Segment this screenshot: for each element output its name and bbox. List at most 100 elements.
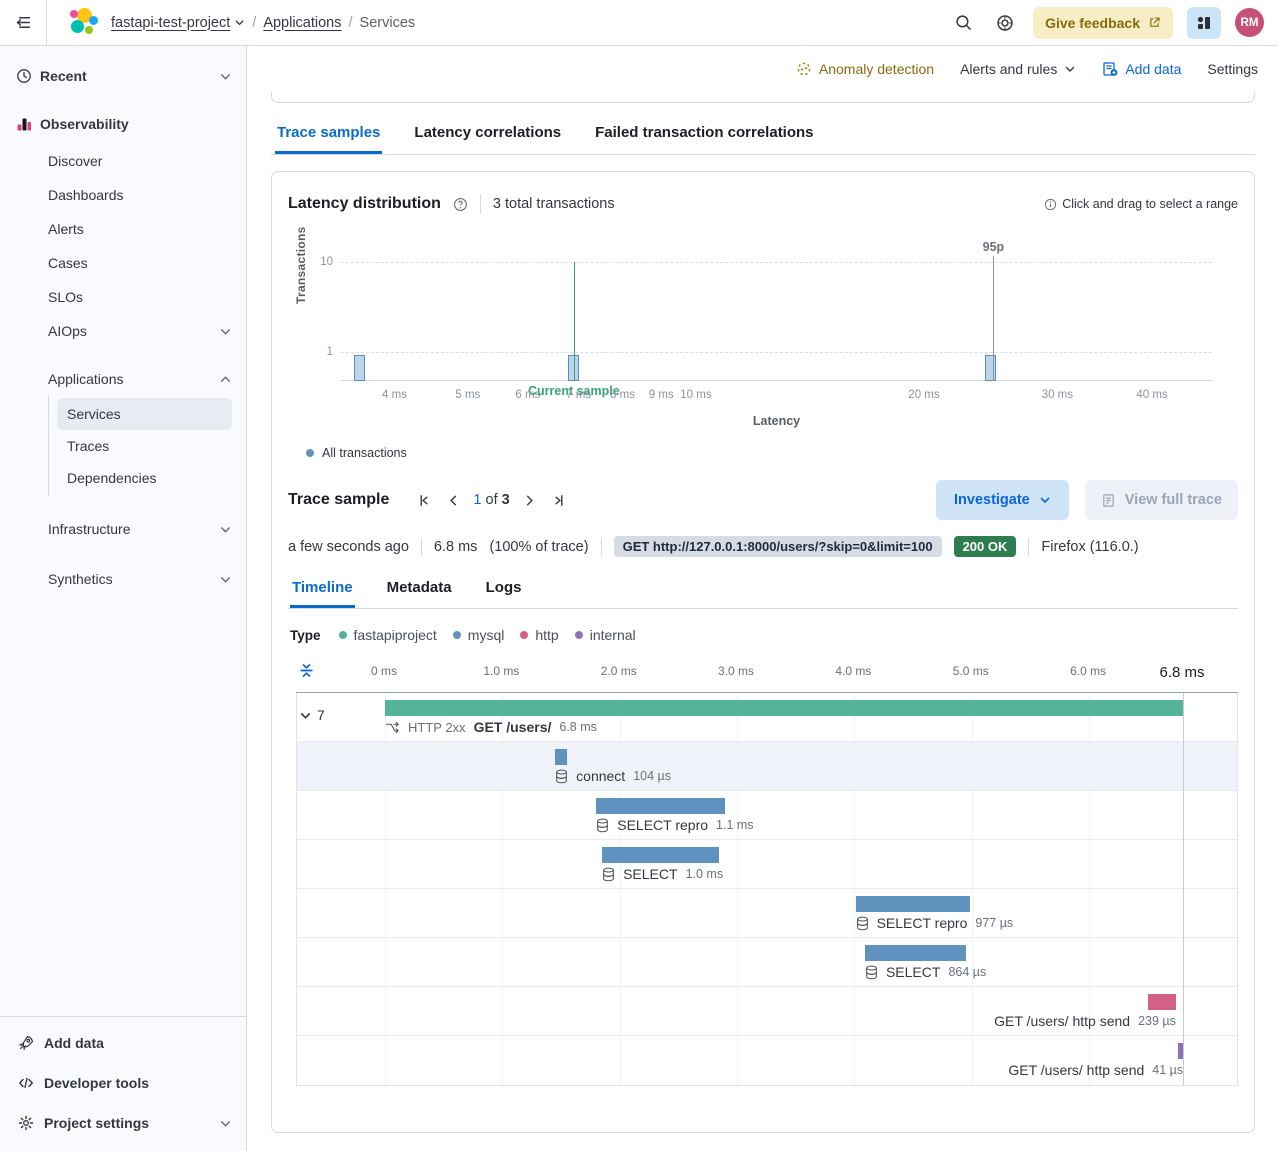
collapse-group-toggle[interactable]: 7 <box>299 707 325 723</box>
investigate-label: Investigate <box>954 492 1030 508</box>
sidebar-item-label: Cases <box>48 255 88 271</box>
chevron-down-icon <box>219 523 232 536</box>
histogram-bar[interactable] <box>985 355 996 381</box>
next-page-icon[interactable] <box>520 491 539 510</box>
histogram-bar[interactable] <box>354 355 365 381</box>
duration-bar <box>856 896 971 912</box>
sidebar-item-alerts[interactable]: Alerts <box>0 212 246 246</box>
give-feedback-button[interactable]: Give feedback <box>1033 7 1173 39</box>
code-icon <box>18 1075 34 1091</box>
help-icon[interactable] <box>453 197 468 212</box>
breadcrumb-project[interactable]: fastapi-test-project <box>111 15 245 31</box>
span-type-legend: Type fastapiproject mysql http internal <box>290 627 1238 643</box>
user-avatar[interactable]: RM <box>1235 8 1264 37</box>
type-legend-fastapiproject[interactable]: fastapiproject <box>339 627 437 643</box>
sidebar-item-synthetics[interactable]: Synthetics <box>0 562 246 596</box>
last-page-icon[interactable] <box>549 491 568 510</box>
sidebar-item-label: Recent <box>40 68 87 84</box>
legend-dot <box>339 631 347 639</box>
span-row[interactable]: GET /users/ http send239 µs <box>297 987 1237 1036</box>
secondary-toolbar: Anomaly detection Alerts and rules Add d… <box>247 46 1278 92</box>
fold-accordions-icon[interactable] <box>298 662 315 679</box>
span-label: SELECT1.0 ms <box>602 866 723 882</box>
prev-page-icon[interactable] <box>444 491 463 510</box>
sidebar-item-aiops[interactable]: AIOps <box>0 314 246 348</box>
request-url-badge[interactable]: GET http://127.0.0.1:8000/users/?skip=0&… <box>614 536 942 557</box>
sidebar-item-project-settings[interactable]: Project settings <box>0 1103 246 1143</box>
type-legend-mysql[interactable]: mysql <box>453 627 505 643</box>
tab-timeline[interactable]: Timeline <box>290 571 355 608</box>
tab-logs[interactable]: Logs <box>484 571 524 608</box>
breadcrumb-applications[interactable]: Applications <box>263 15 341 31</box>
tab-failed-transaction-correlations[interactable]: Failed transaction correlations <box>593 115 815 154</box>
search-icon[interactable] <box>949 9 977 37</box>
chevron-down-icon <box>219 1117 232 1130</box>
sidebar-item-applications[interactable]: Applications <box>0 362 246 396</box>
first-page-icon[interactable] <box>415 491 434 510</box>
legend-dot <box>306 449 314 457</box>
sidebar-item-label: Observability <box>40 116 129 132</box>
anomaly-detection-button[interactable]: Anomaly detection <box>796 61 934 77</box>
span-name: SELECT <box>886 964 940 980</box>
type-legend-http[interactable]: http <box>520 627 558 643</box>
tab-trace-samples[interactable]: Trace samples <box>275 115 382 154</box>
distribution-plot: 101Current sample95p4 ms5 ms6 ms7 ms8 ms… <box>341 262 1212 381</box>
span-name: connect <box>576 768 625 784</box>
sidebar-item-dependencies[interactable]: Dependencies <box>57 462 232 494</box>
sidebar: Recent Observability DiscoverDashboardsAle… <box>0 46 247 1151</box>
type-label: Type <box>290 628 321 643</box>
help-icon[interactable] <box>991 9 1019 37</box>
sidebar-item-services[interactable]: Services <box>57 398 232 430</box>
tab-latency-correlations[interactable]: Latency correlations <box>412 115 563 154</box>
span-label: SELECT repro1.1 ms <box>596 817 753 833</box>
investigate-button[interactable]: Investigate <box>936 480 1069 520</box>
sidebar-item-developer-tools[interactable]: Developer tools <box>0 1063 246 1103</box>
app-switcher-button[interactable] <box>1187 7 1221 39</box>
sidebar-item-cases[interactable]: Cases <box>0 246 246 280</box>
duration-bar <box>865 945 966 961</box>
sidebar-item-label: SLOs <box>48 289 83 305</box>
span-duration: 1.1 ms <box>716 818 754 832</box>
chart-legend[interactable]: All transactions <box>306 446 1238 460</box>
sidebar-item-add-data[interactable]: Add data <box>0 1023 246 1063</box>
span-name: SELECT repro <box>877 915 968 931</box>
latency-distribution-chart[interactable]: 101Current sample95p4 ms5 ms6 ms7 ms8 ms… <box>288 240 1238 432</box>
sidebar-item-label: Project settings <box>44 1115 149 1131</box>
sidebar-item-label: Traces <box>67 438 109 454</box>
total-transactions: 3 total transactions <box>493 196 615 212</box>
scrolled-panel-edge <box>271 92 1255 103</box>
span-row[interactable]: SELECT1.0 ms <box>297 840 1237 889</box>
type-legend-internal[interactable]: internal <box>575 627 636 643</box>
legend-dot <box>520 631 528 639</box>
tab-metadata[interactable]: Metadata <box>385 571 454 608</box>
settings-button[interactable]: Settings <box>1207 61 1258 77</box>
chevron-down-icon <box>219 573 232 586</box>
sidebar-item-recent[interactable]: Recent <box>0 56 246 96</box>
duration-bar <box>596 798 725 814</box>
sidebar-item-traces[interactable]: Traces <box>57 430 232 462</box>
sidebar-item-label: Applications <box>48 371 124 387</box>
latency-distribution-header: Latency distribution 3 total transaction… <box>288 194 1238 214</box>
sidebar-item-slos[interactable]: SLOs <box>0 280 246 314</box>
span-row[interactable]: SELECT repro977 µs <box>297 889 1237 938</box>
alerts-and-rules-button[interactable]: Alerts and rules <box>960 61 1076 77</box>
trace-meta-row: a few seconds ago 6.8 ms (100% of trace)… <box>288 536 1238 557</box>
sidebar-item-observability[interactable]: Observability <box>0 104 246 144</box>
span-row[interactable]: SELECT repro1.1 ms <box>297 791 1237 840</box>
breadcrumb-separator: / <box>252 15 256 31</box>
sidebar-item-discover[interactable]: Discover <box>0 144 246 178</box>
span-row[interactable]: connect104 µs <box>297 742 1237 791</box>
x-tick-label: 40 ms <box>1136 389 1167 401</box>
clock-icon <box>16 68 32 84</box>
add-data-button[interactable]: Add data <box>1102 61 1181 77</box>
transaction-row[interactable]: HTTP 2xxGET /users/6.8 ms7 <box>297 693 1237 742</box>
legend-dot <box>575 631 583 639</box>
span-row[interactable]: SELECT864 µs <box>297 938 1237 987</box>
sidebar-item-infrastructure[interactable]: Infrastructure <box>0 512 246 546</box>
type-legend-label: mysql <box>468 627 505 643</box>
x-tick-label: 7 ms <box>566 389 591 401</box>
collapse-nav-icon[interactable] <box>0 0 47 45</box>
sidebar-item-dashboards[interactable]: Dashboards <box>0 178 246 212</box>
view-full-trace-button[interactable]: View full trace <box>1085 480 1238 520</box>
span-row[interactable]: GET /users/ http send41 µs <box>297 1036 1237 1085</box>
